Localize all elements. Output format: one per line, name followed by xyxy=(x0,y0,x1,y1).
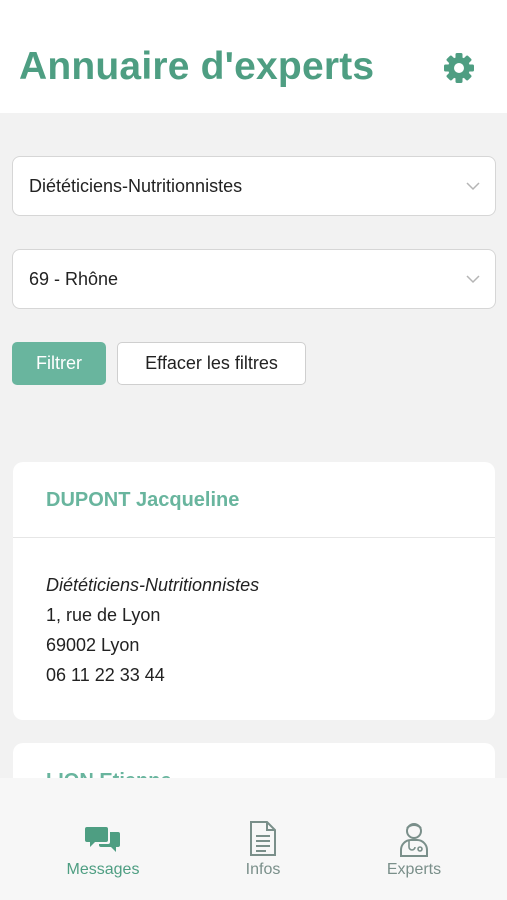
tab-messages-label: Messages xyxy=(66,861,140,878)
app-header: Annuaire d'experts xyxy=(0,0,507,113)
divider xyxy=(13,537,495,538)
tab-experts-label: Experts xyxy=(386,861,442,878)
filter-button[interactable]: Filtrer xyxy=(12,342,106,385)
clear-filters-button[interactable]: Effacer les filtres xyxy=(117,342,306,385)
department-select-value: 69 - Rhône xyxy=(29,269,119,289)
expert-specialty: Diététiciens-Nutritionnistes xyxy=(46,575,260,595)
expert-card[interactable]: DUPONT Jacqueline Diététiciens-Nutrition… xyxy=(13,462,495,720)
doctor-icon xyxy=(400,823,428,857)
tab-messages[interactable]: Messages xyxy=(33,778,173,900)
tab-infos[interactable]: Infos xyxy=(193,778,333,900)
expert-address: 1, rue de Lyon xyxy=(46,605,161,625)
tab-infos-label: Infos xyxy=(245,861,281,878)
tab-bar: Messages Infos Experts xyxy=(0,778,507,900)
expert-details: Diététiciens-Nutritionnistes 1, rue de L… xyxy=(46,570,259,690)
expert-name: DUPONT Jacqueline xyxy=(46,489,240,511)
chevron-down-icon xyxy=(466,182,480,191)
expert-phone[interactable]: 06 11 22 33 44 xyxy=(46,660,259,690)
expert-city: 69002 Lyon xyxy=(46,635,140,655)
document-icon xyxy=(250,821,276,856)
chat-bubbles-icon xyxy=(85,827,120,852)
tab-experts[interactable]: Experts xyxy=(344,778,484,900)
profession-select[interactable]: Diététiciens-Nutritionnistes xyxy=(12,156,496,216)
expert-name: LION Etienne xyxy=(46,770,172,778)
experts-list[interactable]: DUPONT Jacqueline Diététiciens-Nutrition… xyxy=(0,440,507,778)
chevron-down-icon xyxy=(466,275,480,284)
expert-card[interactable]: LION Etienne xyxy=(13,743,495,778)
department-select[interactable]: 69 - Rhône xyxy=(12,249,496,309)
gear-icon[interactable] xyxy=(441,50,477,86)
page-title: Annuaire d'experts xyxy=(19,45,375,88)
profession-select-value: Diététiciens-Nutritionnistes xyxy=(29,176,243,196)
